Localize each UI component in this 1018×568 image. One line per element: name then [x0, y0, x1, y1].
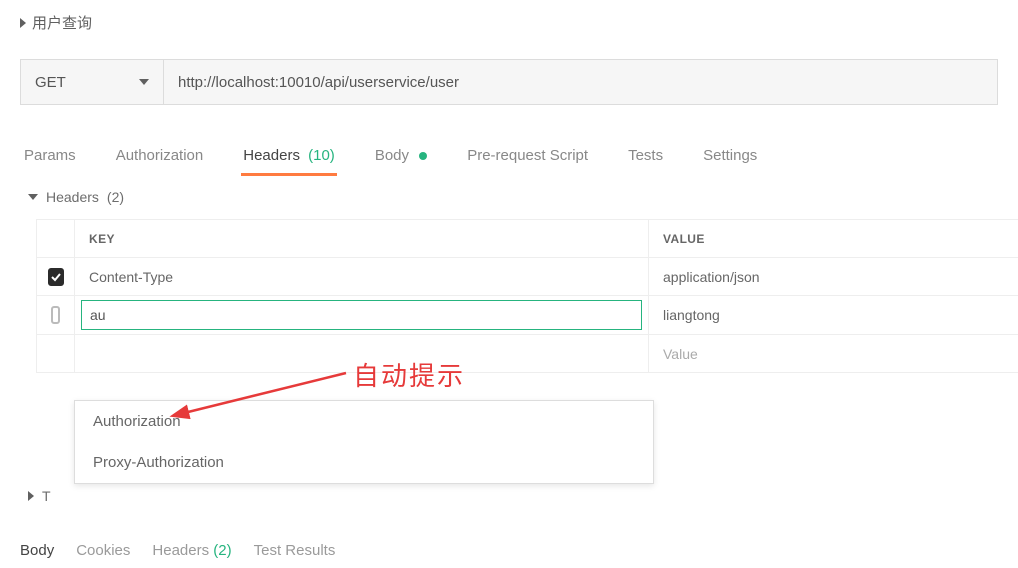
row-checkbox[interactable] [48, 268, 64, 286]
tab-body-label: Body [375, 147, 409, 164]
header-key-input[interactable] [81, 300, 642, 330]
dot-indicator-icon [419, 152, 427, 160]
tab-prerequest[interactable]: Pre-request Script [467, 139, 588, 174]
tab-params[interactable]: Params [24, 139, 76, 174]
url-input[interactable]: http://localhost:10010/api/userservice/u… [164, 59, 998, 105]
annotation-text: 自动提示 [353, 356, 465, 393]
tab-headers-count: (10) [308, 147, 335, 164]
response-tab-test-results[interactable]: Test Results [254, 542, 336, 559]
section-user-query[interactable]: 用户查询 [0, 0, 1018, 45]
caret-right-icon [20, 18, 26, 28]
section-title: 用户查询 [32, 12, 92, 33]
collapsed-section[interactable]: T [0, 470, 79, 504]
headers-table: KEY VALUE Content-Type application/json … [36, 219, 1018, 373]
subheader-label: Headers [46, 189, 99, 205]
tab-authorization[interactable]: Authorization [116, 139, 204, 174]
tab-headers-label: Headers [243, 147, 300, 164]
row-checkbox-cell [37, 258, 75, 295]
response-tab-cookies[interactable]: Cookies [76, 542, 130, 559]
tab-tests[interactable]: Tests [628, 139, 663, 174]
row-checkbox-cell [37, 335, 75, 372]
row-checkbox[interactable] [51, 306, 60, 324]
method-select[interactable]: GET [20, 59, 164, 105]
subheader-count: (2) [107, 189, 124, 205]
col-value: VALUE [649, 220, 1018, 257]
collapsed-section-label: T [42, 488, 51, 504]
row-key-editing [75, 296, 649, 334]
row-value[interactable]: liangtong [649, 296, 1018, 334]
tab-body[interactable]: Body [375, 139, 427, 174]
autocomplete-dropdown: Authorization Proxy-Authorization [74, 400, 654, 484]
response-tab-headers-count: (2) [213, 542, 231, 559]
autocomplete-item[interactable]: Authorization [75, 401, 653, 442]
caret-down-icon [28, 194, 38, 200]
tab-settings[interactable]: Settings [703, 139, 757, 174]
chevron-down-icon [139, 79, 149, 85]
response-tab-headers-label: Headers [152, 542, 209, 559]
autocomplete-item[interactable]: Proxy-Authorization [75, 442, 653, 483]
row-value-placeholder[interactable]: Value [649, 335, 1018, 372]
table-row: liangtong [37, 296, 1018, 335]
caret-right-icon [28, 491, 34, 501]
table-header-row: KEY VALUE [37, 220, 1018, 258]
table-row: Content-Type application/json [37, 258, 1018, 296]
row-key[interactable]: Content-Type [75, 258, 649, 295]
request-tabs: Params Authorization Headers (10) Body P… [0, 139, 1018, 175]
request-row: GET http://localhost:10010/api/userservi… [20, 59, 998, 105]
row-value[interactable]: application/json [649, 258, 1018, 295]
response-tabs: Body Cookies Headers (2) Test Results [0, 520, 355, 567]
checkbox-header-cell [37, 220, 75, 257]
method-value: GET [35, 74, 66, 91]
response-tab-headers[interactable]: Headers (2) [152, 542, 231, 559]
url-value: http://localhost:10010/api/userservice/u… [178, 74, 459, 91]
check-icon [50, 271, 62, 283]
headers-subheader[interactable]: Headers (2) [0, 175, 1018, 211]
response-tab-body[interactable]: Body [20, 542, 54, 559]
col-key: KEY [75, 220, 649, 257]
row-checkbox-cell [37, 296, 75, 334]
annotation-arrow-icon [176, 367, 356, 427]
tab-headers[interactable]: Headers (10) [243, 139, 335, 174]
